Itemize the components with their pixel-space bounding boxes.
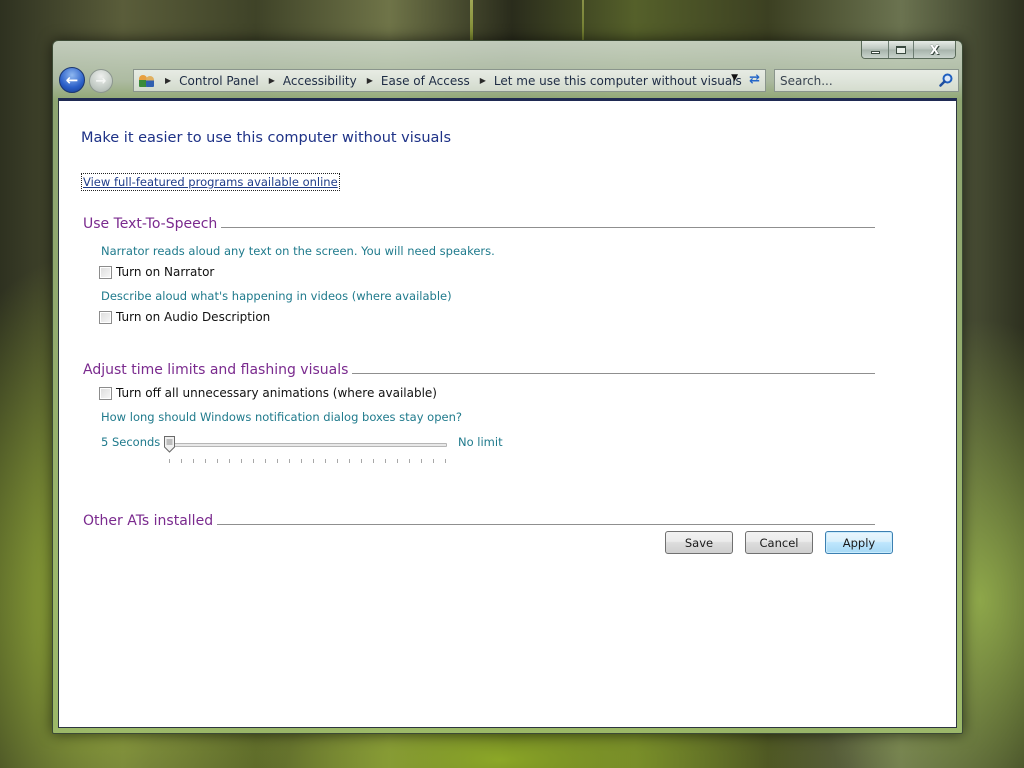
close-button[interactable]: X xyxy=(913,41,955,58)
address-dropdown-icon[interactable]: ▼ xyxy=(731,73,738,83)
maximize-button[interactable] xyxy=(888,41,913,58)
breadcrumb-ease-of-access[interactable]: Ease of Access xyxy=(381,74,470,88)
breadcrumb-control-panel[interactable]: Control Panel xyxy=(179,74,259,88)
slider-tick xyxy=(205,459,206,463)
slider-tick xyxy=(301,459,302,463)
slider-tick xyxy=(409,459,410,463)
forward-arrow-icon: → xyxy=(95,73,107,89)
maximize-icon xyxy=(896,45,906,54)
audio-description-text: Describe aloud what's happening in video… xyxy=(101,289,452,303)
narrator-checkbox[interactable] xyxy=(99,265,112,279)
slider-tick xyxy=(349,459,350,463)
slider-tick xyxy=(265,459,266,463)
slider-tick xyxy=(289,459,290,463)
slider-tick xyxy=(421,459,422,463)
apply-button[interactable]: Apply xyxy=(825,531,893,554)
narrator-checkbox-row[interactable]: Turn on Narrator xyxy=(99,265,214,279)
minimize-button[interactable] xyxy=(862,41,888,58)
slider-min-label: 5 Seconds xyxy=(101,435,161,449)
audio-description-checkbox-label[interactable]: Turn on Audio Description xyxy=(116,310,270,324)
search-icon[interactable] xyxy=(939,73,953,87)
animations-checkbox-label[interactable]: Turn off all unnecessary animations (whe… xyxy=(116,386,437,400)
animations-checkbox[interactable] xyxy=(99,386,112,400)
save-button[interactable]: Save xyxy=(665,531,733,554)
slider-max-label: No limit xyxy=(458,435,503,449)
section-divider xyxy=(221,227,875,228)
wallpaper-grass xyxy=(582,0,584,40)
slider-tick xyxy=(169,459,170,463)
minimize-icon xyxy=(870,50,880,54)
cancel-button[interactable]: Cancel xyxy=(745,531,813,554)
slider-tick xyxy=(253,459,254,463)
audio-description-checkbox[interactable] xyxy=(99,310,112,324)
wallpaper-grass xyxy=(470,0,473,40)
content-pane: Make it easier to use this computer with… xyxy=(58,98,957,728)
slider-tick xyxy=(181,459,182,463)
search-input[interactable] xyxy=(780,73,930,88)
notification-duration-slider-thumb[interactable] xyxy=(164,436,175,453)
slider-tick xyxy=(241,459,242,463)
slider-ticks xyxy=(169,459,446,464)
breadcrumb-separator-icon[interactable]: ▶ xyxy=(367,76,373,85)
animations-checkbox-row[interactable]: Turn off all unnecessary animations (whe… xyxy=(99,386,437,400)
address-bar[interactable]: ▶ Control Panel ▶ Accessibility ▶ Ease o… xyxy=(133,69,766,92)
section-text-to-speech: Use Text-To-Speech xyxy=(83,216,875,232)
close-icon: X xyxy=(929,42,940,57)
slider-tick xyxy=(337,459,338,463)
caption-buttons: X xyxy=(861,41,956,59)
forward-button[interactable]: → xyxy=(89,69,113,93)
breadcrumb-separator-icon[interactable]: ▶ xyxy=(269,76,275,85)
page-title: Make it easier to use this computer with… xyxy=(81,130,451,146)
section-title: Use Text-To-Speech xyxy=(83,216,218,232)
breadcrumb-current-page[interactable]: Let me use this computer without visuals xyxy=(494,74,742,88)
slider-tick xyxy=(229,459,230,463)
slider-tick xyxy=(361,459,362,463)
slider-tick xyxy=(313,459,314,463)
control-panel-window: X ← → ▶ Control Panel ▶ Accessibility ▶ … xyxy=(52,40,963,734)
search-box xyxy=(774,69,959,92)
narrator-checkbox-label[interactable]: Turn on Narrator xyxy=(116,265,214,279)
slider-tick xyxy=(325,459,326,463)
slider-tick xyxy=(397,459,398,463)
narrator-description: Narrator reads aloud any text on the scr… xyxy=(101,244,495,258)
section-other-ats: Other ATs installed xyxy=(83,513,875,529)
section-divider xyxy=(352,373,875,374)
slider-tick xyxy=(445,459,446,463)
section-divider xyxy=(217,524,875,525)
audio-description-checkbox-row[interactable]: Turn on Audio Description xyxy=(99,310,270,324)
breadcrumb-accessibility[interactable]: Accessibility xyxy=(283,74,357,88)
refresh-icon[interactable]: ⇄ xyxy=(749,72,760,87)
slider-tick xyxy=(433,459,434,463)
notification-duration-slider-track[interactable] xyxy=(167,443,447,447)
online-programs-link[interactable]: View full-featured programs available on… xyxy=(81,173,340,191)
slider-tick xyxy=(373,459,374,463)
section-time-limits: Adjust time limits and flashing visuals xyxy=(83,362,875,378)
control-panel-users-icon xyxy=(139,74,155,88)
section-title: Adjust time limits and flashing visuals xyxy=(83,362,349,378)
back-button[interactable]: ← xyxy=(59,67,85,93)
slider-tick xyxy=(217,459,218,463)
section-title: Other ATs installed xyxy=(83,513,214,529)
slider-tick xyxy=(385,459,386,463)
navigation-bar: ← → ▶ Control Panel ▶ Accessibility ▶ Ea… xyxy=(59,66,959,94)
notification-duration-question: How long should Windows notification dia… xyxy=(101,410,462,424)
back-arrow-icon: ← xyxy=(65,71,79,89)
slider-tick xyxy=(277,459,278,463)
slider-tick xyxy=(193,459,194,463)
breadcrumb-separator-icon[interactable]: ▶ xyxy=(480,76,486,85)
breadcrumb-separator-icon[interactable]: ▶ xyxy=(165,76,171,85)
